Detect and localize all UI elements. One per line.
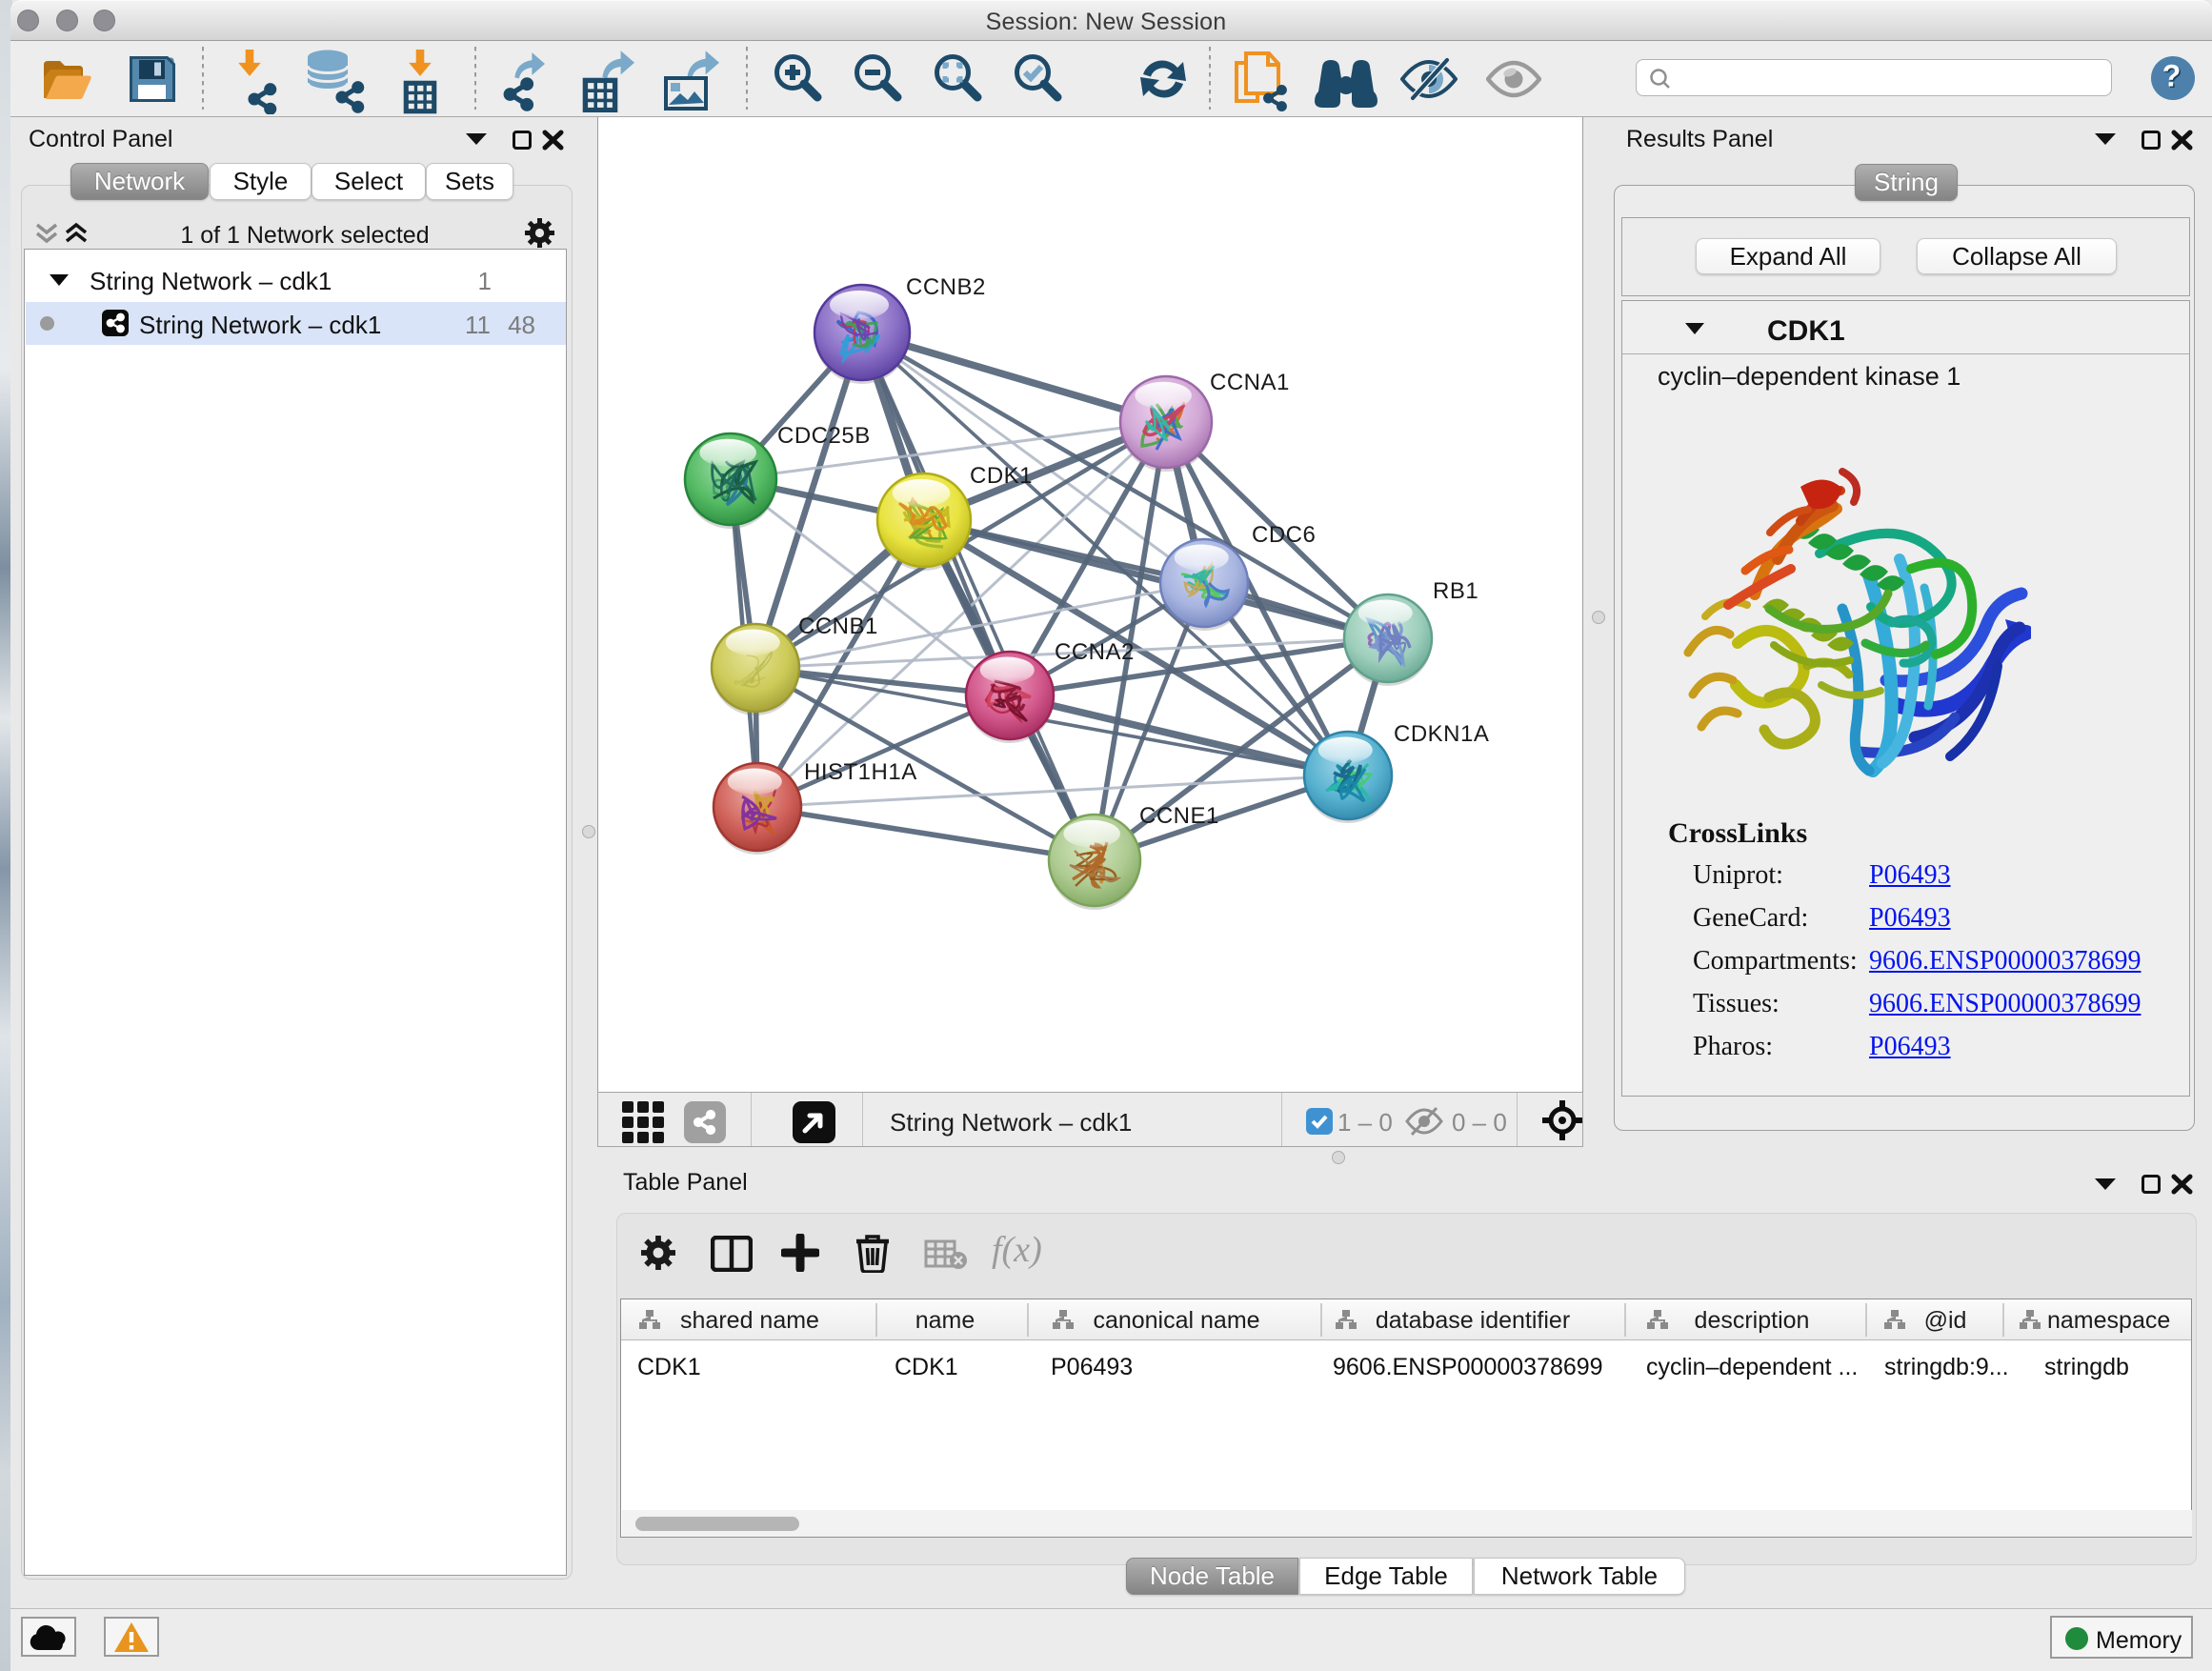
svg-text:CDK1: CDK1 (970, 463, 1033, 489)
svg-text:@id: @id (1924, 1307, 1967, 1334)
svg-text:CDKN1A: CDKN1A (1394, 721, 1489, 747)
svg-text:CCNA2: CCNA2 (1055, 639, 1135, 665)
svg-text:name: name (915, 1307, 975, 1334)
svg-text:CDC6: CDC6 (1252, 522, 1316, 548)
svg-text:CDC25B: CDC25B (777, 423, 871, 449)
svg-text:CCNE1: CCNE1 (1139, 803, 1219, 829)
svg-text:RB1: RB1 (1433, 578, 1478, 604)
svg-text:database identifier: database identifier (1376, 1307, 1570, 1334)
svg-text:canonical name: canonical name (1093, 1307, 1259, 1334)
svg-text:CCNB1: CCNB1 (798, 614, 878, 639)
svg-text:shared name: shared name (680, 1307, 819, 1334)
svg-text:HIST1H1A: HIST1H1A (804, 759, 917, 785)
svg-text:description: description (1695, 1307, 1810, 1334)
svg-text:CCNB2: CCNB2 (906, 274, 986, 300)
svg-text:?: ? (2162, 59, 2182, 93)
svg-text:CCNA1: CCNA1 (1210, 370, 1290, 395)
svg-text:namespace: namespace (2047, 1307, 2170, 1334)
